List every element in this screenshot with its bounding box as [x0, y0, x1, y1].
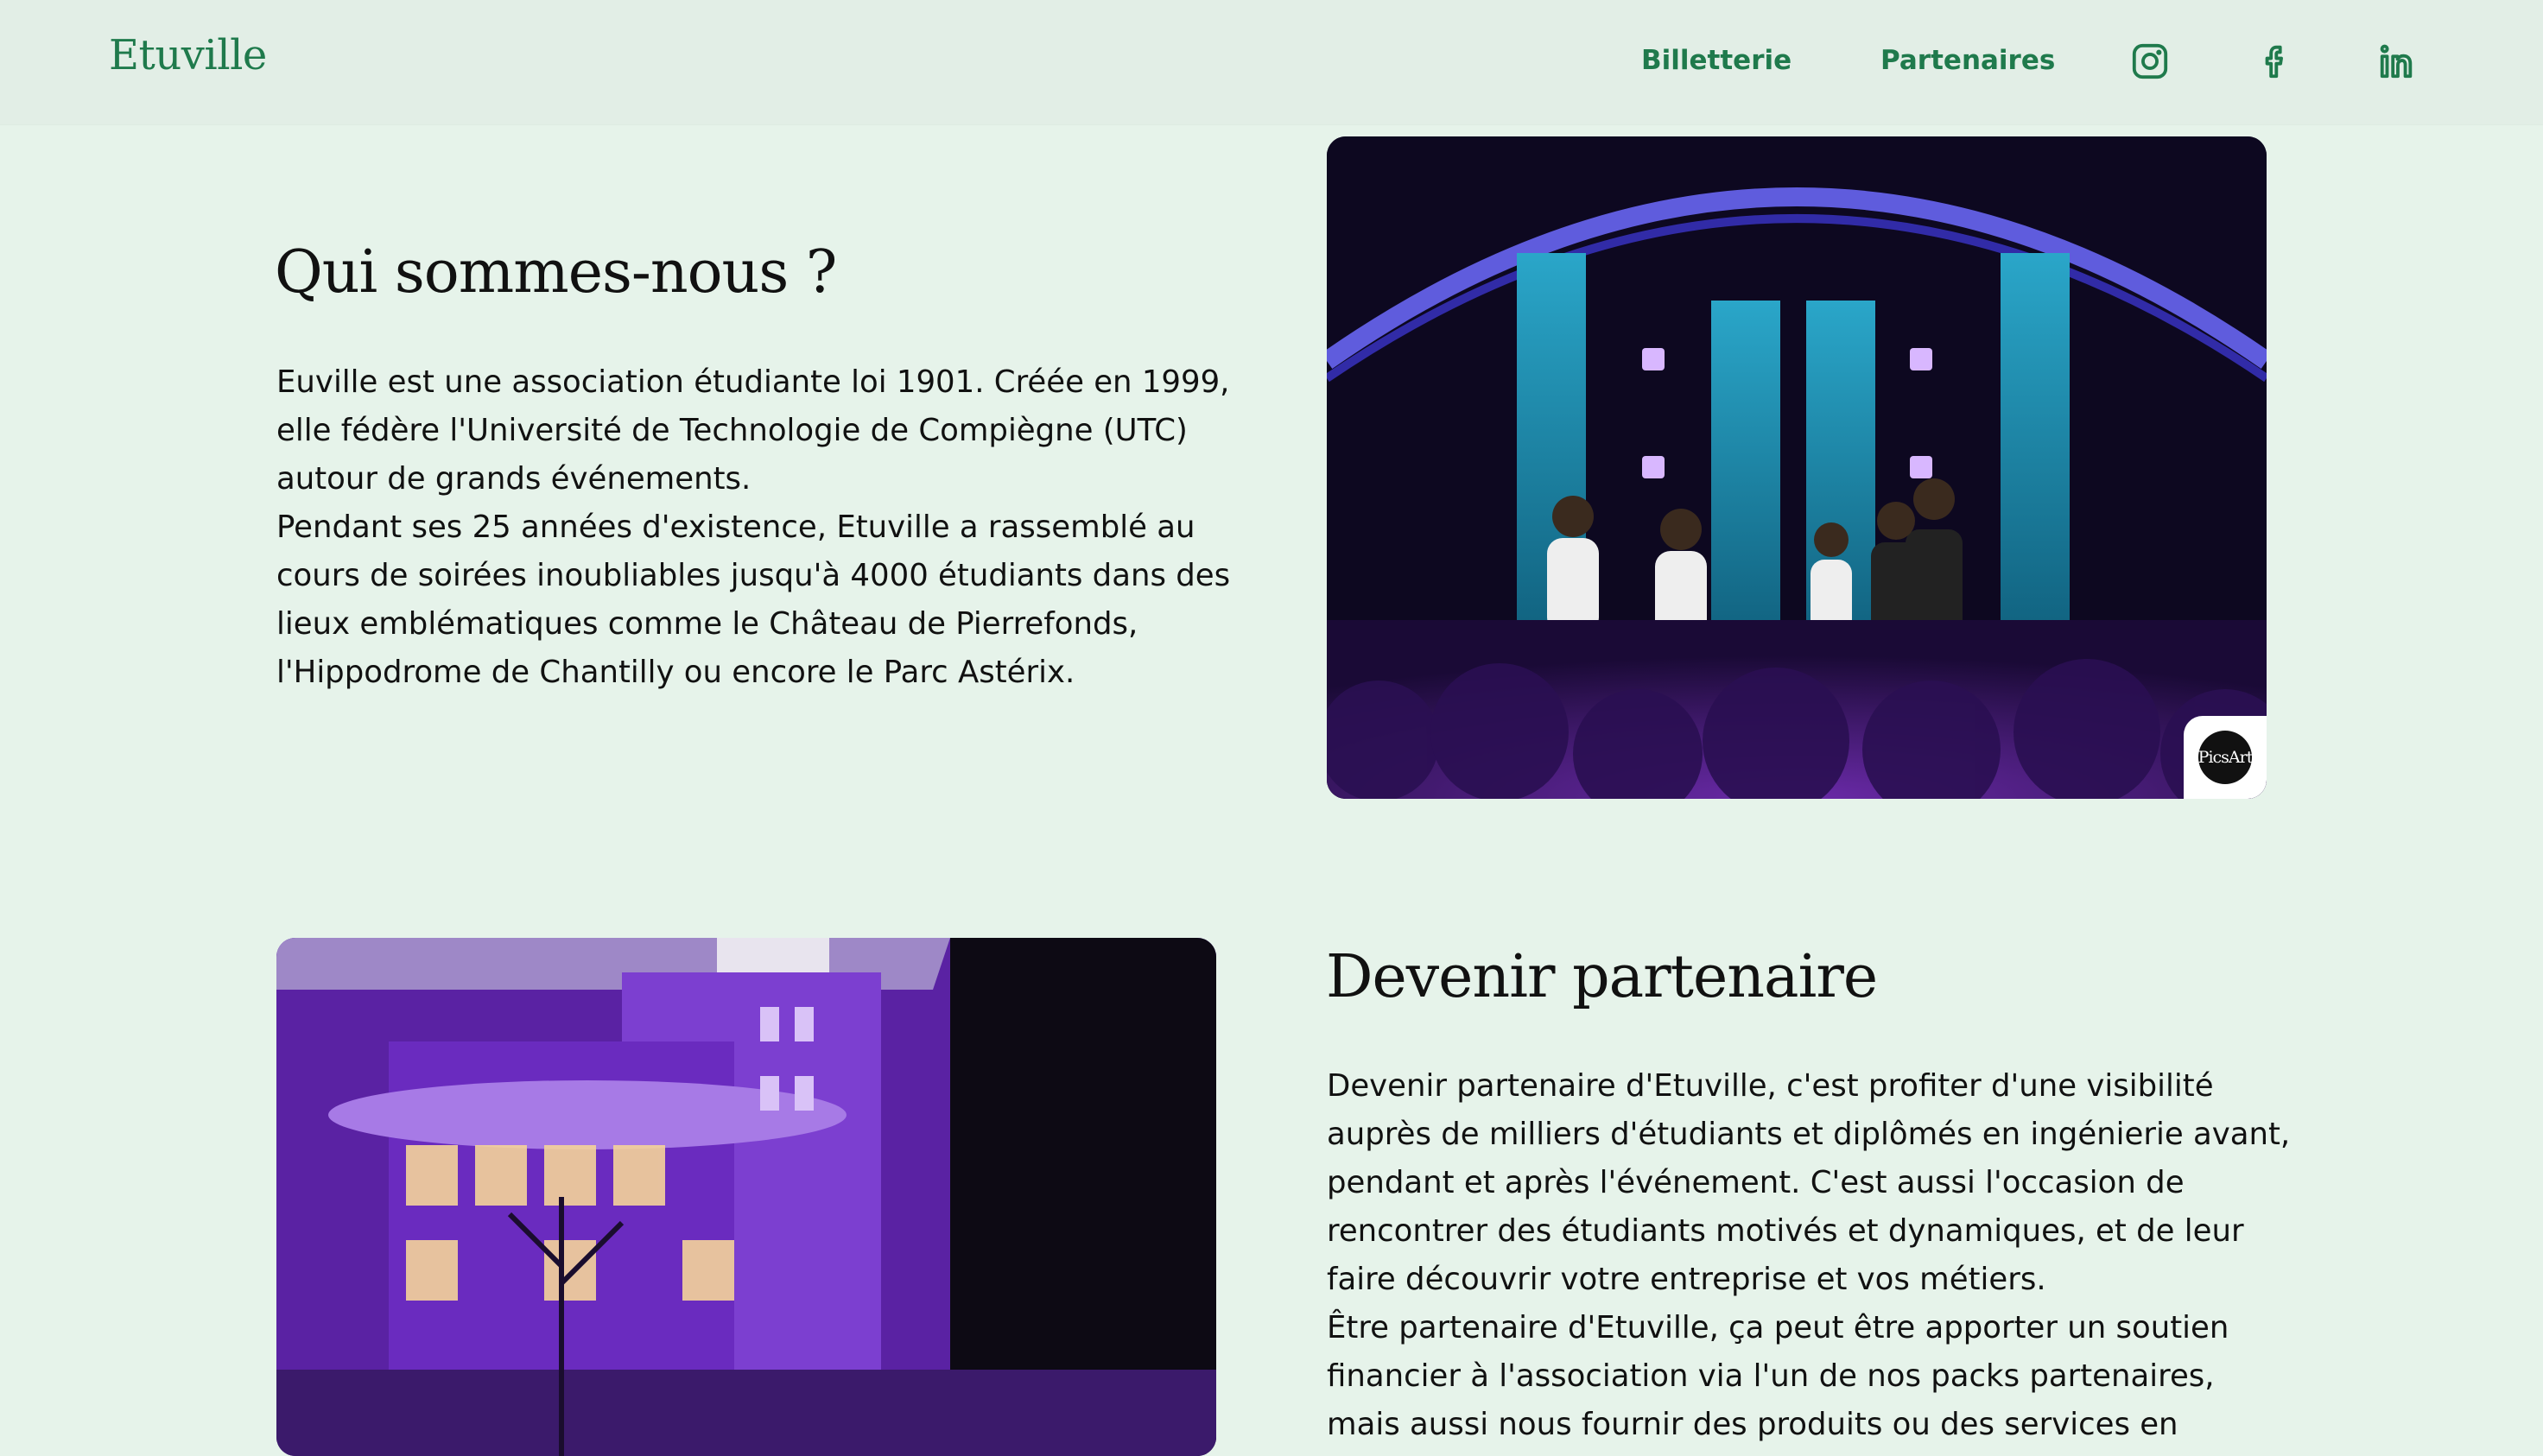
partner-paragraph: Devenir partenaire d'Etuville, c'est pro… — [1327, 1068, 2291, 1297]
site-logo[interactable]: Etuville — [109, 31, 267, 79]
picsart-watermark: PicsArt — [2184, 716, 2267, 799]
concert-stage-photo: PicsArt — [1327, 136, 2267, 799]
linkedin-icon[interactable] — [2377, 41, 2417, 81]
nav-link-billetterie[interactable]: Billetterie — [1641, 45, 1792, 76]
about-paragraph: Euville est une association étudiante lo… — [276, 364, 1230, 497]
nav-link-partenaires[interactable]: Partenaires — [1880, 45, 2055, 76]
about-paragraph: Pendant ses 25 années d'existence, Etuvi… — [276, 510, 1231, 690]
facebook-icon[interactable] — [2254, 41, 2294, 81]
partner-description: Devenir partenaire d'Etuville, c'est pro… — [1327, 1062, 2294, 1449]
about-description: Euville est une association étudiante lo… — [276, 358, 1244, 697]
site-header: Etuville Billetterie Partenaires — [0, 0, 2543, 124]
instagram-icon[interactable] — [2130, 41, 2170, 81]
venue-building-photo — [276, 938, 1216, 1456]
partner-paragraph: Être partenaire d'Etuville, ça peut être… — [1327, 1310, 2229, 1442]
partner-title: Devenir partenaire — [1326, 943, 1878, 1011]
about-title: Qui sommes-nous ? — [275, 238, 837, 307]
